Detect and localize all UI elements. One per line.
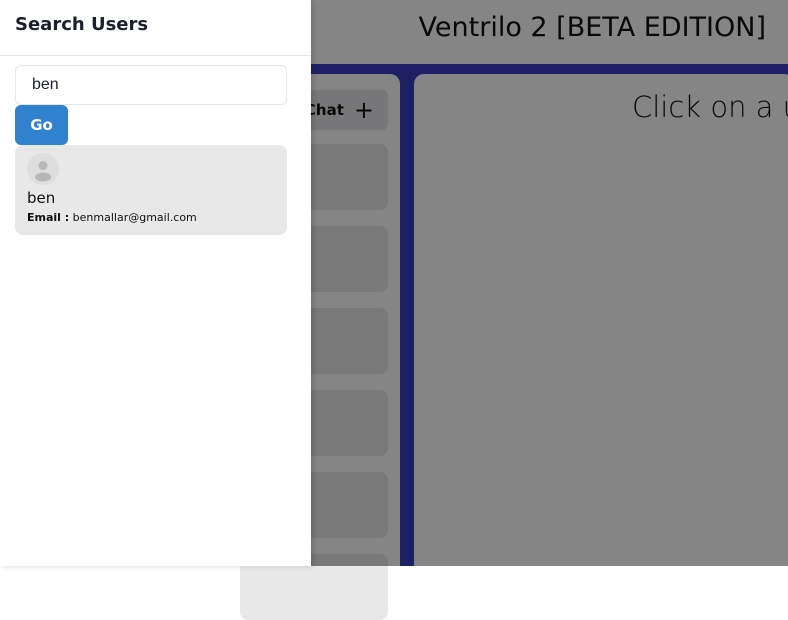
search-input[interactable]	[15, 65, 287, 105]
drawer-header: Search Users	[0, 0, 311, 56]
default-user-icon	[27, 153, 59, 185]
user-list-item[interactable]: ben Email : benmallar@gmail.com	[15, 145, 287, 235]
drawer-title: Search Users	[15, 14, 149, 35]
user-name: ben	[27, 189, 56, 207]
user-email-row: Email : benmallar@gmail.com	[27, 211, 275, 224]
email-label: Email :	[27, 211, 70, 224]
go-button[interactable]: Go	[15, 105, 68, 145]
search-users-drawer: Search Users Go ben Email : benmallar@gm…	[0, 0, 311, 566]
user-email: benmallar@gmail.com	[72, 211, 197, 224]
search-row	[15, 65, 287, 105]
